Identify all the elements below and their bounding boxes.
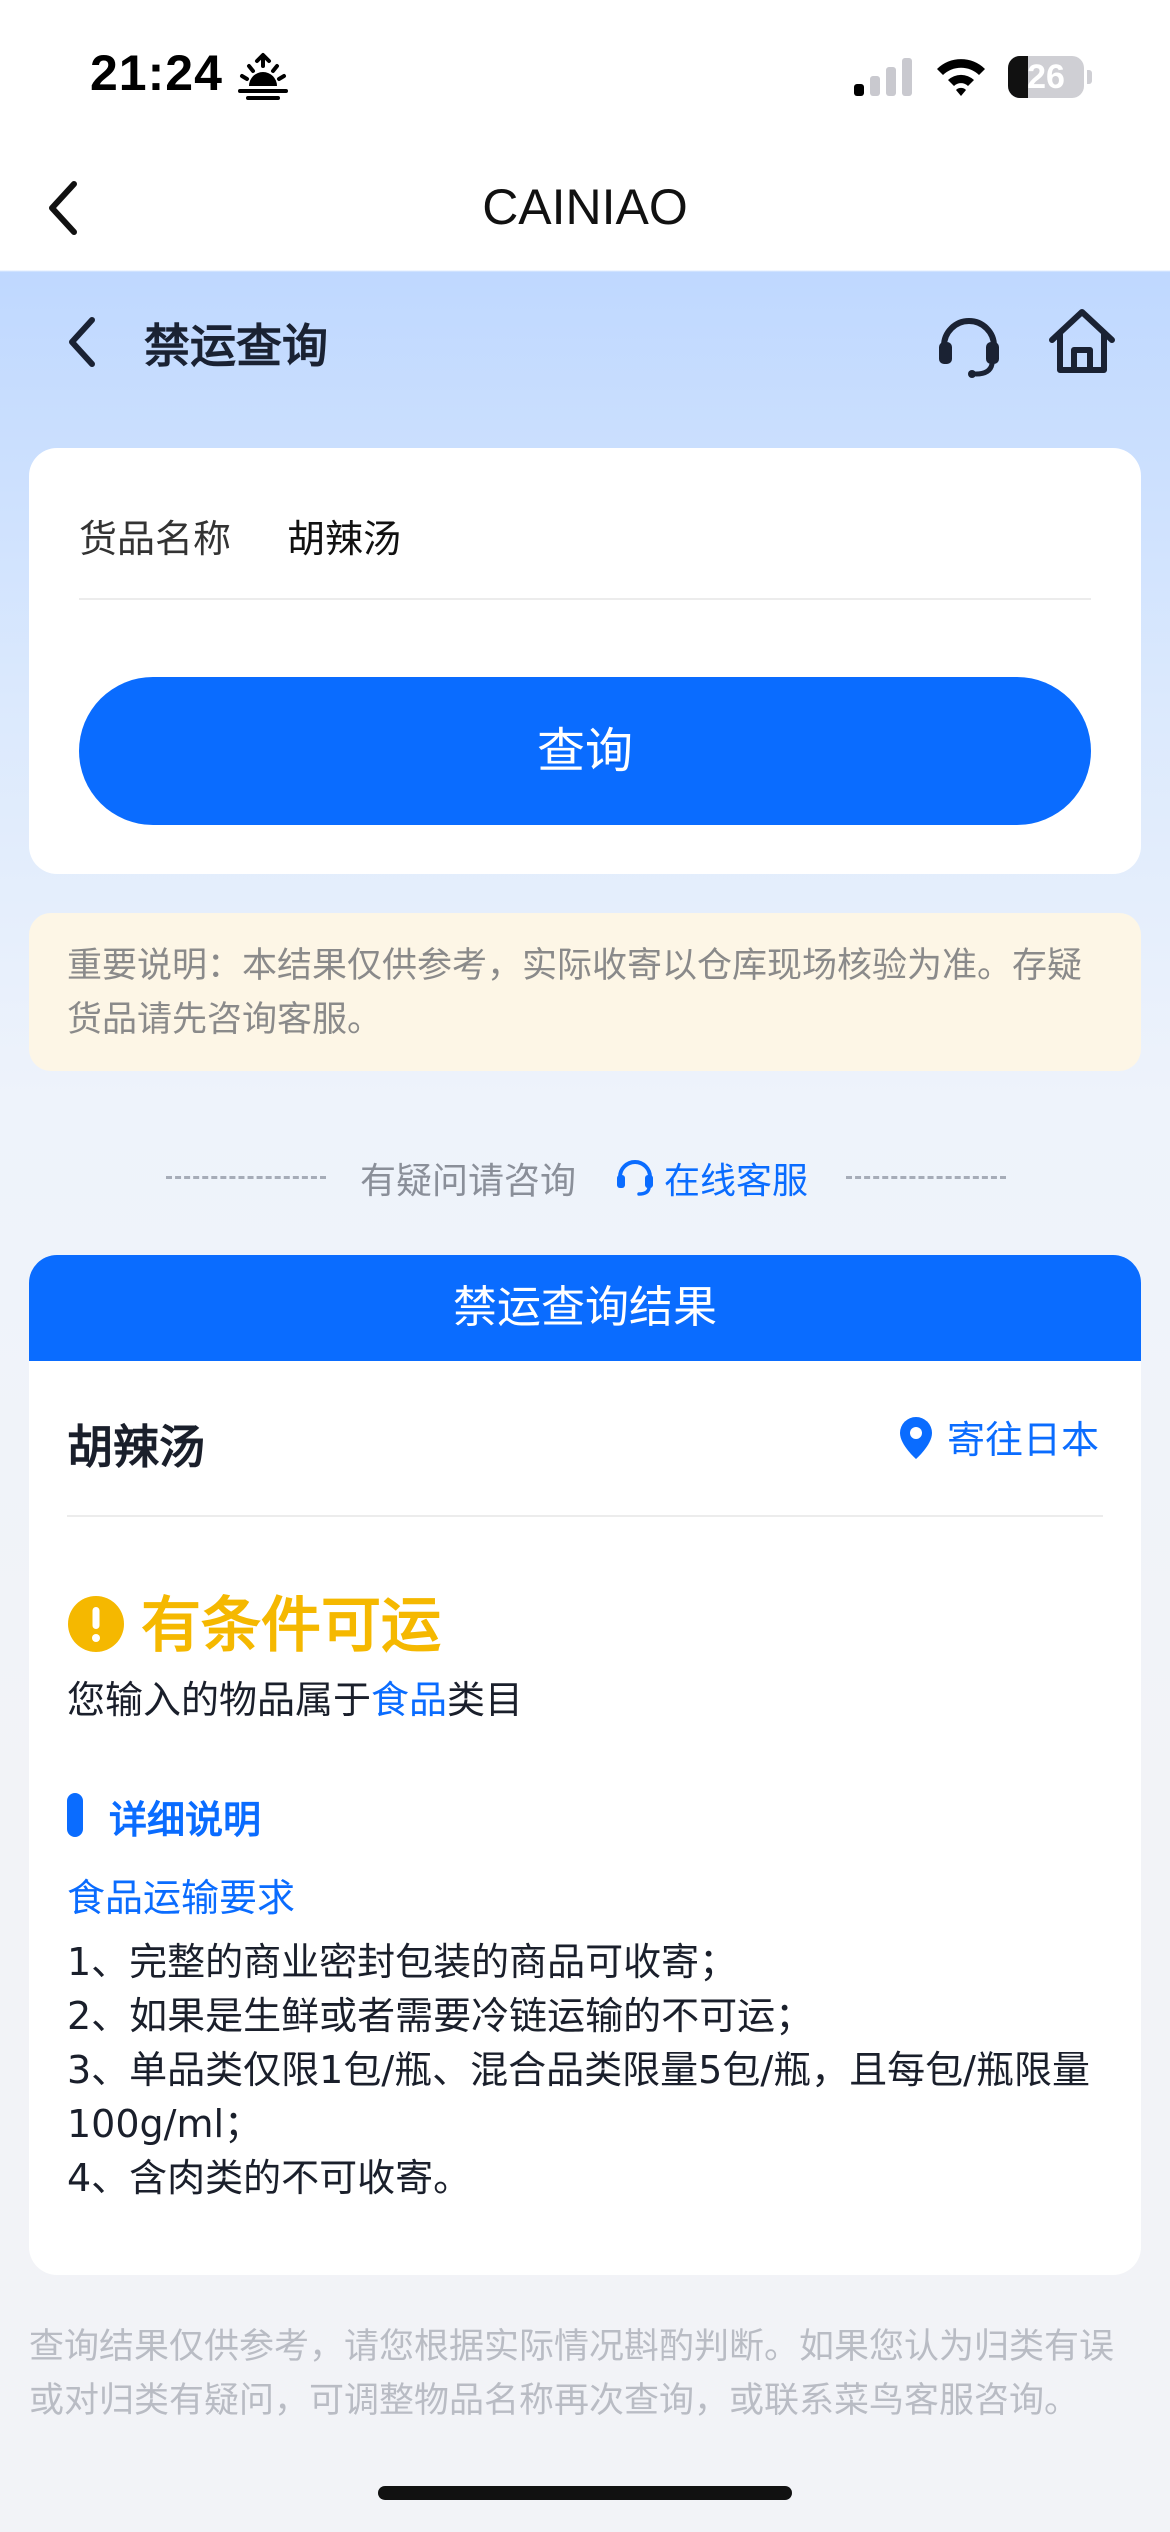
input-underline <box>79 598 1091 600</box>
online-service-link[interactable]: 在线客服 <box>664 1152 808 1204</box>
result-divider <box>67 1515 1103 1517</box>
headset-icon[interactable] <box>934 308 1004 378</box>
customer-service-icon[interactable] <box>614 1154 656 1196</box>
result-header: 禁运查询结果 <box>29 1255 1141 1361</box>
page-title: 禁运查询 <box>144 319 328 373</box>
goods-name-input[interactable]: 胡辣汤 <box>287 508 401 563</box>
requirements-title: 食品运输要求 <box>67 1876 296 1920</box>
page-back-icon[interactable] <box>60 312 104 372</box>
shipping-status: 有条件可运 <box>141 1591 441 1661</box>
requirements-list: 1、完整的商业密封包装的商品可收寄； 2、如果是生鲜或者需要冷链运输的不可运； … <box>67 1935 1107 2205</box>
divider-left <box>166 1176 326 1179</box>
list-item: 4、含肉类的不可收寄。 <box>67 2156 472 2200</box>
nav-title: CAINIAO <box>482 179 688 235</box>
wifi-icon <box>937 59 985 96</box>
home-icon[interactable] <box>1046 306 1118 376</box>
destination-label[interactable]: 寄往日本 <box>947 1409 1099 1464</box>
notice-text: 重要说明：本结果仅供参考，实际收寄以仓库现场核验为准。存疑货品请先咨询客服。 <box>67 946 1083 1040</box>
signal-icon <box>854 58 912 96</box>
result-card: 禁运查询结果 胡辣汤 寄往日本 有条件可运 您输入的物品属于食品类目 详细说明 … <box>29 1255 1141 2275</box>
consult-text: 有疑问请咨询 <box>360 1161 577 1202</box>
query-card: 货品名称 胡辣汤 查询 <box>29 448 1141 874</box>
list-item: 1、完整的商业密封包装的商品可收寄； <box>67 1940 738 1984</box>
footer-note: 查询结果仅供参考，请您根据实际情况斟酌判断。如果您认为归类有误或对归类有疑问，可… <box>29 2327 1115 2421</box>
category-suffix: 类目 <box>447 1678 524 1722</box>
important-notice: 重要说明：本结果仅供参考，实际收寄以仓库现场核验为准。存疑货品请先咨询客服。 <box>29 913 1141 1071</box>
section-marker <box>67 1793 83 1837</box>
list-item: 3、单品类仅限1包/瓶、混合品类限量5包/瓶，且每包/瓶限量100g/ml； <box>67 2048 1090 2146</box>
category-prefix: 您输入的物品属于 <box>67 1678 372 1722</box>
result-item-name: 胡辣汤 <box>67 1420 205 1474</box>
battery-icon: 26 <box>1008 56 1092 98</box>
status-bar: 21:24 26 <box>0 0 1170 150</box>
home-indicator[interactable] <box>378 2486 792 2500</box>
location-pin-icon <box>900 1417 932 1459</box>
warning-icon <box>68 1596 124 1652</box>
query-button[interactable]: 查询 <box>79 677 1091 825</box>
status-time: 21:24 <box>90 45 223 101</box>
sunset-icon <box>238 53 288 100</box>
divider-right <box>846 1176 1006 1179</box>
goods-name-label: 货品名称 <box>79 517 232 561</box>
section-title: 详细说明 <box>109 1798 262 1842</box>
category-link[interactable]: 食品 <box>371 1678 447 1722</box>
category-line: 您输入的物品属于食品类目 <box>67 1669 523 1724</box>
battery-level: 26 <box>1027 58 1065 96</box>
list-item: 2、如果是生鲜或者需要冷链运输的不可运； <box>67 1994 814 2038</box>
